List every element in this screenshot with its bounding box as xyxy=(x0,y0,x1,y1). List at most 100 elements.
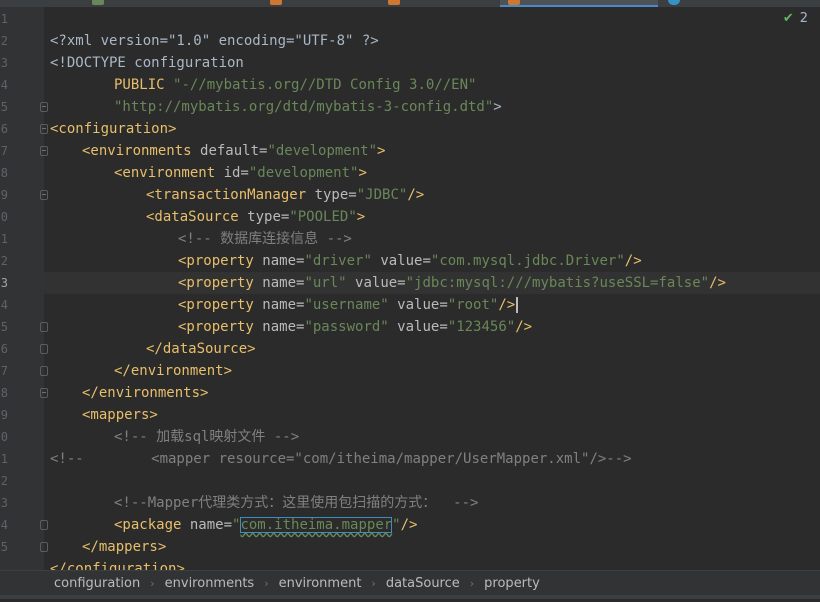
tag-end: /> xyxy=(498,297,516,313)
tag-end: /> xyxy=(400,517,418,533)
tag-transaction-manager: <transactionManager xyxy=(146,187,315,203)
line-number: 6 xyxy=(0,122,8,136)
attr-value: value= xyxy=(388,297,448,313)
code-comment: <!--Mapper代理类方式：这里使用包扫描的方式： --> xyxy=(114,495,479,511)
xml-file-icon xyxy=(388,0,400,5)
xml-file-icon xyxy=(508,0,520,5)
fold-end-icon[interactable] xyxy=(40,520,48,530)
attr-default-value: "development" xyxy=(267,143,378,159)
tag-mappers-open: <mappers> xyxy=(82,407,158,423)
line-number: 7 xyxy=(0,144,8,158)
line-number: 5 xyxy=(0,540,8,554)
breadcrumb-datasource[interactable]: dataSource xyxy=(386,576,460,591)
java-class-icon xyxy=(668,0,680,5)
attr-value-value: "123456" xyxy=(447,319,516,335)
fold-toggle-icon[interactable] xyxy=(40,124,48,134)
tag-property: <property xyxy=(178,297,263,313)
breadcrumb-environment[interactable]: environment xyxy=(279,576,362,591)
tag-environments-open: <environments xyxy=(82,143,201,159)
editor-tab-2[interactable] xyxy=(270,0,380,7)
fold-end-icon[interactable] xyxy=(40,344,48,354)
tag-datasource-close: </dataSource> xyxy=(146,341,256,357)
code-comment: <!-- 数据库连接信息 --> xyxy=(178,231,352,247)
breadcrumb-configuration[interactable]: configuration xyxy=(54,576,140,591)
tag-property: <property xyxy=(178,319,263,335)
doctype-public: PUBLIC xyxy=(114,77,174,93)
chevron-right-icon: › xyxy=(371,576,376,590)
tag-end: > xyxy=(356,209,366,225)
fold-toggle-icon[interactable] xyxy=(40,102,48,112)
attr-name: name= xyxy=(262,319,305,335)
xml-declaration: <?xml version="1.0" encoding="UTF-8" ?> xyxy=(50,33,379,49)
tab-file-icon xyxy=(92,0,104,5)
attr-type: type= xyxy=(247,209,290,225)
attr-name-value: "username" xyxy=(304,297,389,313)
fold-toggle-icon[interactable] xyxy=(40,146,48,156)
fold-end-icon[interactable] xyxy=(40,366,48,376)
line-comment-prefix: <!-- xyxy=(50,451,84,467)
tag-end: > xyxy=(358,165,367,181)
editor-tab-3[interactable] xyxy=(388,0,498,7)
line-number: 9 xyxy=(0,188,8,202)
attr-id-value: "development" xyxy=(248,165,359,181)
inspection-count: 2 xyxy=(799,11,808,26)
attr-value-value: "root" xyxy=(447,297,499,313)
attr-value: value= xyxy=(346,275,406,291)
line-number: 1 xyxy=(0,452,8,466)
doctype-text: <!DOCTYPE configuration xyxy=(50,55,244,71)
tag-property: <property xyxy=(178,253,263,269)
line-number: 3 xyxy=(0,276,8,290)
fold-toggle-icon[interactable] xyxy=(40,388,48,398)
line-number: 4 xyxy=(0,298,8,312)
breadcrumb-property[interactable]: property xyxy=(484,576,540,591)
attr-value-value: "jdbc:mysql:///mybatis?useSSL=false" xyxy=(405,275,710,291)
code-comment: <!-- 加载sql映射文件 --> xyxy=(114,429,300,445)
fold-end-icon[interactable] xyxy=(40,322,48,332)
attr-name-value: "url" xyxy=(304,275,347,291)
editor-tab-5[interactable] xyxy=(662,0,812,7)
tag-package: <package xyxy=(114,517,190,533)
tag-datasource-open: <dataSource xyxy=(146,209,248,225)
line-number: 2 xyxy=(0,474,8,488)
tag-configuration-open: <configuration> xyxy=(50,121,177,137)
attr-id: id= xyxy=(223,165,249,181)
doctype-system-id: "http://mybatis.org/dtd/mybatis-3-config… xyxy=(114,99,494,115)
tag-end: /> xyxy=(709,275,726,291)
breadcrumb-environments[interactable]: environments xyxy=(165,576,255,591)
inspection-widget[interactable]: ✔ 2 xyxy=(783,11,808,26)
line-number: 4 xyxy=(0,78,8,92)
commented-mapper: <mapper resource="com/itheima/mapper/Use… xyxy=(83,451,632,467)
tag-end: > xyxy=(377,143,386,159)
tag-end: /> xyxy=(515,319,533,335)
line-number: 2 xyxy=(0,34,8,48)
fold-toggle-icon[interactable] xyxy=(40,190,48,200)
doctype-close: > xyxy=(493,99,502,115)
line-number: 5 xyxy=(0,320,8,334)
line-number: 0 xyxy=(0,210,8,224)
attr-name: name= xyxy=(262,275,305,291)
check-icon: ✔ xyxy=(782,11,794,26)
editor-tab-active[interactable] xyxy=(500,0,658,7)
tag-mappers-close: </mappers> xyxy=(82,539,167,555)
attr-type-value: "POOLED" xyxy=(289,209,357,225)
attr-name: name= xyxy=(262,253,305,269)
attr-type-value: "JDBC" xyxy=(356,187,408,203)
package-name-value[interactable]: com.itheima.mapper xyxy=(240,517,393,533)
line-number: 5 xyxy=(0,100,8,114)
chevron-right-icon: › xyxy=(264,576,269,590)
line-number: 1 xyxy=(0,12,8,26)
tag-end: /> xyxy=(624,253,642,269)
xml-file-icon xyxy=(270,0,282,5)
line-number: 8 xyxy=(0,166,8,180)
chevron-right-icon: › xyxy=(150,576,155,590)
tag-end: /> xyxy=(407,187,425,203)
attr-type: type= xyxy=(314,187,357,203)
fold-end-icon[interactable] xyxy=(40,542,48,552)
breadcrumb: configuration › environments › environme… xyxy=(0,570,820,595)
tag-environment-close: </environment> xyxy=(114,363,233,379)
editor-tab-1[interactable] xyxy=(80,0,200,7)
attr-value: value= xyxy=(371,253,431,269)
line-number: 7 xyxy=(0,364,8,378)
attr-value-value: "com.mysql.jdbc.Driver" xyxy=(430,253,625,269)
package-name-text: com.itheima.mapper xyxy=(240,517,393,533)
